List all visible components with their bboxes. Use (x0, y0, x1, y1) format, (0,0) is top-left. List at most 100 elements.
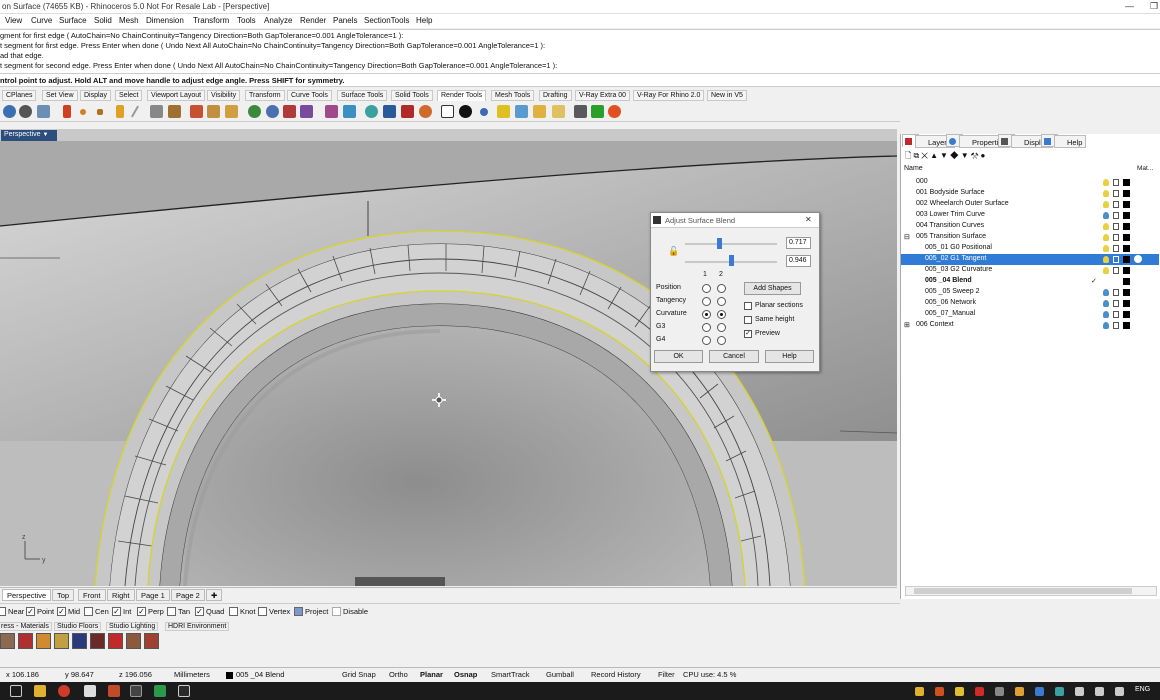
chrome-icon[interactable] (58, 685, 70, 697)
collapse-icon[interactable]: ⊟ (904, 233, 910, 241)
black-sphere-icon[interactable] (459, 105, 472, 118)
tab-front[interactable]: Front (78, 589, 106, 601)
osnap-disable-checkbox[interactable] (332, 607, 341, 616)
tab-render-tools[interactable]: Render Tools (437, 90, 487, 101)
tab-cplanes[interactable]: CPlanes (2, 90, 37, 101)
point-light-icon[interactable] (80, 109, 86, 115)
render-icon[interactable] (3, 105, 16, 118)
tab-new-in-v5[interactable]: New in V5 (707, 90, 747, 101)
lock-icon[interactable] (1113, 300, 1119, 307)
visibility-bulb-icon[interactable] (1103, 223, 1109, 230)
material-swatch[interactable] (54, 633, 69, 649)
osnap-cen-checkbox[interactable] (84, 607, 93, 616)
minimize-icon[interactable]: — (1125, 1, 1134, 11)
folder-icon[interactable] (533, 105, 546, 118)
explorer-icon[interactable] (34, 685, 46, 697)
tangency-edge2-radio[interactable] (717, 297, 726, 306)
curvature-edge1-radio[interactable] (702, 310, 711, 319)
texture-icon[interactable] (190, 105, 203, 118)
move-up-icon[interactable]: ▲ (930, 151, 940, 160)
slider-1-track[interactable] (685, 243, 777, 245)
rect-light-icon[interactable] (116, 105, 124, 118)
checker-icon[interactable] (441, 105, 454, 118)
lock-icon[interactable] (1113, 322, 1119, 329)
tray-icon[interactable] (995, 687, 1004, 696)
layer-color-swatch[interactable] (1123, 289, 1130, 296)
lock-icon[interactable] (1113, 234, 1119, 241)
slider-2-value[interactable]: 0.946 (786, 255, 811, 267)
g4-edge1-radio[interactable] (702, 336, 711, 345)
osnap-point-checkbox[interactable]: ✓ (26, 607, 35, 616)
tab-materials[interactable]: ress - Materials (0, 622, 52, 631)
layer-color-swatch[interactable] (1123, 201, 1130, 208)
help-circle-icon[interactable]: ● (980, 151, 987, 160)
osnap-mid-checkbox[interactable]: ✓ (57, 607, 66, 616)
network-icon[interactable] (1075, 687, 1084, 696)
move-down-icon[interactable]: ▼ (940, 151, 950, 160)
position-edge2-radio[interactable] (717, 284, 726, 293)
material-swatch[interactable] (0, 633, 15, 649)
layer-color-swatch[interactable] (1123, 322, 1130, 329)
visibility-bulb-icon[interactable] (1103, 201, 1109, 208)
box-icon[interactable] (343, 105, 356, 118)
camtasia-icon[interactable] (154, 685, 166, 697)
tangency-edge1-radio[interactable] (702, 297, 711, 306)
horizontal-scrollbar[interactable] (905, 586, 1157, 596)
tab-transform[interactable]: Transform (245, 90, 285, 101)
volume-icon[interactable] (1115, 687, 1124, 696)
layer-row[interactable]: 001 Bodyside Surface (901, 188, 1159, 199)
menu-help[interactable]: Help (416, 16, 432, 25)
tray-icon[interactable] (1055, 687, 1064, 696)
stop-icon[interactable] (608, 105, 621, 118)
tab-vray-extra[interactable]: V-Ray Extra 00 (575, 90, 631, 101)
app-icon[interactable] (178, 685, 190, 697)
curvature-edge2-radio[interactable] (717, 310, 726, 319)
osnap-int-checkbox[interactable]: ✓ (112, 607, 121, 616)
material-swatch[interactable] (108, 633, 123, 649)
app-icon[interactable] (108, 685, 120, 697)
visibility-bulb-icon[interactable] (1103, 190, 1109, 197)
menu-solid[interactable]: Solid (94, 16, 112, 25)
tab-visibility[interactable]: Visibility (207, 90, 241, 101)
restore-icon[interactable]: ❐ (1150, 1, 1158, 12)
units-label[interactable]: Millimeters (174, 670, 210, 679)
menu-analyze[interactable]: Analyze (264, 16, 292, 25)
tray-icon[interactable] (915, 687, 924, 696)
visibility-bulb-icon[interactable] (1103, 234, 1109, 241)
layer-color-swatch[interactable] (1123, 245, 1130, 252)
language-indicator[interactable]: ENG (1135, 686, 1150, 693)
directional-light-icon[interactable] (150, 105, 163, 118)
layer-row[interactable]: 005 _04 Blend ✓ (901, 276, 1159, 287)
scrollbar-thumb[interactable] (914, 588, 1132, 594)
tools-icon[interactable]: ⚒ (971, 151, 981, 160)
position-edge1-radio[interactable] (702, 284, 711, 293)
material-icon[interactable] (248, 105, 261, 118)
grid-snap-toggle[interactable]: Grid Snap (342, 670, 376, 679)
material-swatch[interactable] (18, 633, 33, 649)
menu-surface[interactable]: Surface (59, 16, 87, 25)
osnap-vertex-checkbox[interactable] (258, 607, 267, 616)
lock-icon[interactable] (1113, 223, 1119, 230)
tab-solid-tools[interactable]: Solid Tools (391, 90, 433, 101)
spot-light-icon[interactable] (97, 109, 103, 115)
tab-mesh-tools[interactable]: Mesh Tools (491, 90, 535, 101)
command-prompt[interactable]: ntrol point to adjust. Hold ALT and move… (0, 73, 1160, 87)
visibility-bulb-icon[interactable] (1103, 311, 1109, 318)
material-column-header[interactable]: Mat... (1137, 165, 1153, 172)
menu-dimension[interactable]: Dimension (146, 16, 184, 25)
tab-top[interactable]: Top (52, 589, 75, 601)
visibility-bulb-icon[interactable] (1103, 245, 1109, 252)
layer-row[interactable]: 000 (901, 177, 1159, 188)
layer-row[interactable]: 005_06 Network (901, 298, 1159, 309)
new-sublayer-icon[interactable]: ⧉ (913, 151, 921, 160)
lock-icon[interactable] (1113, 256, 1119, 263)
eye-icon[interactable] (515, 105, 528, 118)
g3-edge1-radio[interactable] (702, 323, 711, 332)
material-swatch[interactable] (126, 633, 141, 649)
chevron-down-icon[interactable]: ▼ (43, 132, 49, 138)
visibility-bulb-icon[interactable] (1103, 300, 1109, 307)
osnap-near-checkbox[interactable] (0, 607, 6, 616)
visibility-bulb-icon[interactable] (1103, 179, 1109, 186)
material-ball-icon[interactable] (1134, 255, 1142, 263)
close-icon[interactable]: ✕ (805, 215, 812, 224)
